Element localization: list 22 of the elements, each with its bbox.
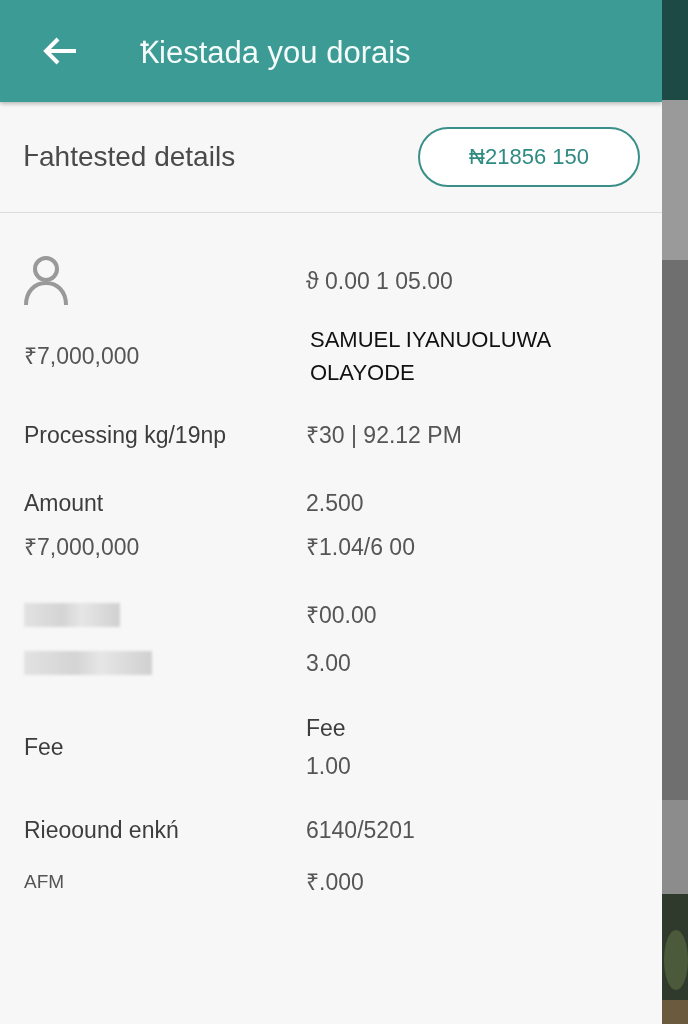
field-label: Rieoound enkń	[24, 816, 179, 845]
section-title: Ꮀahtested details	[24, 140, 236, 174]
back-arrow-icon[interactable]	[42, 37, 78, 65]
field-value: 3.00	[306, 649, 351, 678]
field-label: Fee	[24, 733, 64, 762]
field-value: AFM	[24, 870, 65, 894]
field-value: 2.500	[306, 489, 364, 518]
screen-title: Ꝁiestada you dorais	[140, 34, 411, 72]
field-label: Processing kg/19np	[24, 421, 226, 450]
amount-button[interactable]: ₦21856 150	[418, 127, 640, 187]
field-value: ₹00.00	[306, 601, 377, 630]
field-value: 1.00	[306, 752, 351, 781]
field-value: ϑ 0.00 1 05.00	[306, 267, 453, 296]
field-value: ₹.000	[306, 868, 364, 897]
account-name: SAMUEL IYANUOLUWA OLAYODE	[309, 326, 552, 387]
field-value: ₹7,000,000	[24, 342, 140, 371]
field-value: ₹30 | 92.12 PM	[306, 421, 462, 450]
field-value: 6140/5201	[306, 816, 415, 845]
field-label: Fee	[306, 714, 346, 743]
field-label: Amount	[24, 489, 104, 518]
field-value: ₹7,000,000	[24, 533, 140, 562]
field-value: ₹1.04/6 00	[306, 533, 415, 562]
